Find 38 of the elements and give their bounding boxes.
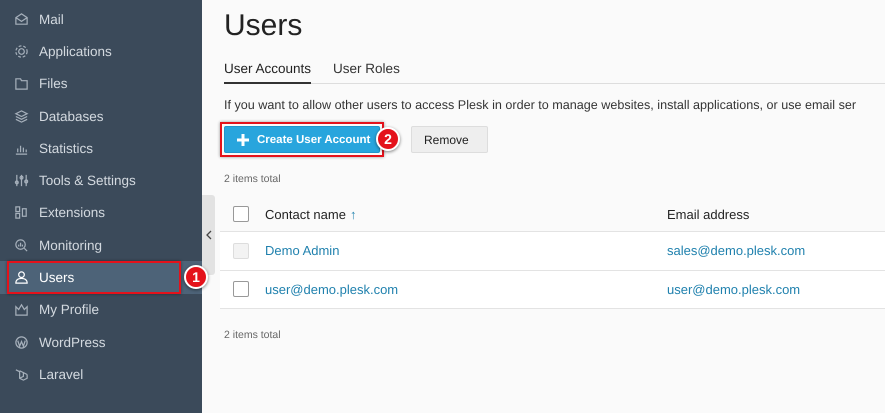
- sidebar-item[interactable]: WordPress: [0, 326, 202, 358]
- layers-icon: [14, 108, 29, 124]
- blocks-icon: [14, 205, 29, 220]
- sidebar-item[interactable]: Extensions: [0, 196, 202, 230]
- remove-button[interactable]: Remove: [411, 126, 488, 153]
- magnifier-icon: [14, 238, 29, 253]
- column-header[interactable]: Email address: [667, 206, 885, 222]
- folder-icon: [14, 76, 29, 92]
- sidebar-item[interactable]: Monitoring: [0, 229, 202, 262]
- sliders-icon: [14, 173, 29, 188]
- items-total: 2 items total: [224, 173, 282, 185]
- person-icon: [14, 270, 29, 286]
- select-all-checkbox[interactable]: [233, 206, 249, 222]
- plus-icon: [237, 134, 249, 146]
- sidebar-item[interactable]: Statistics: [0, 132, 202, 164]
- tab[interactable]: User Accounts: [224, 57, 312, 84]
- description-text: If you want to allow other users to access Plesk in order to manage websites, install applications, or use email ser: [224, 98, 858, 112]
- items-total: 2 items total: [224, 329, 282, 341]
- contact-link[interactable]: user@demo.plesk.com: [265, 282, 398, 297]
- tab[interactable]: User Roles: [333, 57, 400, 84]
- sidebar-item[interactable]: Laravel: [0, 358, 202, 391]
- circle-w-icon: [14, 334, 29, 350]
- mail-icon: [14, 12, 29, 27]
- gear-icon: [14, 44, 29, 59]
- sidebar-item[interactable]: Applications: [0, 35, 202, 68]
- sidebar-item[interactable]: Tools & Settings: [0, 164, 202, 197]
- sidebar-item[interactable]: Mail: [0, 3, 202, 36]
- collapse-sidebar-button[interactable]: [202, 195, 215, 275]
- column-header[interactable]: Contact name ↑: [265, 206, 667, 222]
- page-title: Users: [224, 8, 304, 44]
- sidebar-item[interactable]: Databases: [0, 100, 202, 132]
- email-link[interactable]: user@demo.plesk.com: [667, 282, 800, 297]
- sidebar-item[interactable]: My Profile: [0, 294, 202, 326]
- row-checkbox[interactable]: [233, 281, 249, 298]
- sidebar-item[interactable]: Files: [0, 68, 202, 100]
- callout-badge: 2: [376, 127, 400, 151]
- chevron-left-icon: [206, 230, 212, 240]
- crown-icon: [14, 302, 29, 318]
